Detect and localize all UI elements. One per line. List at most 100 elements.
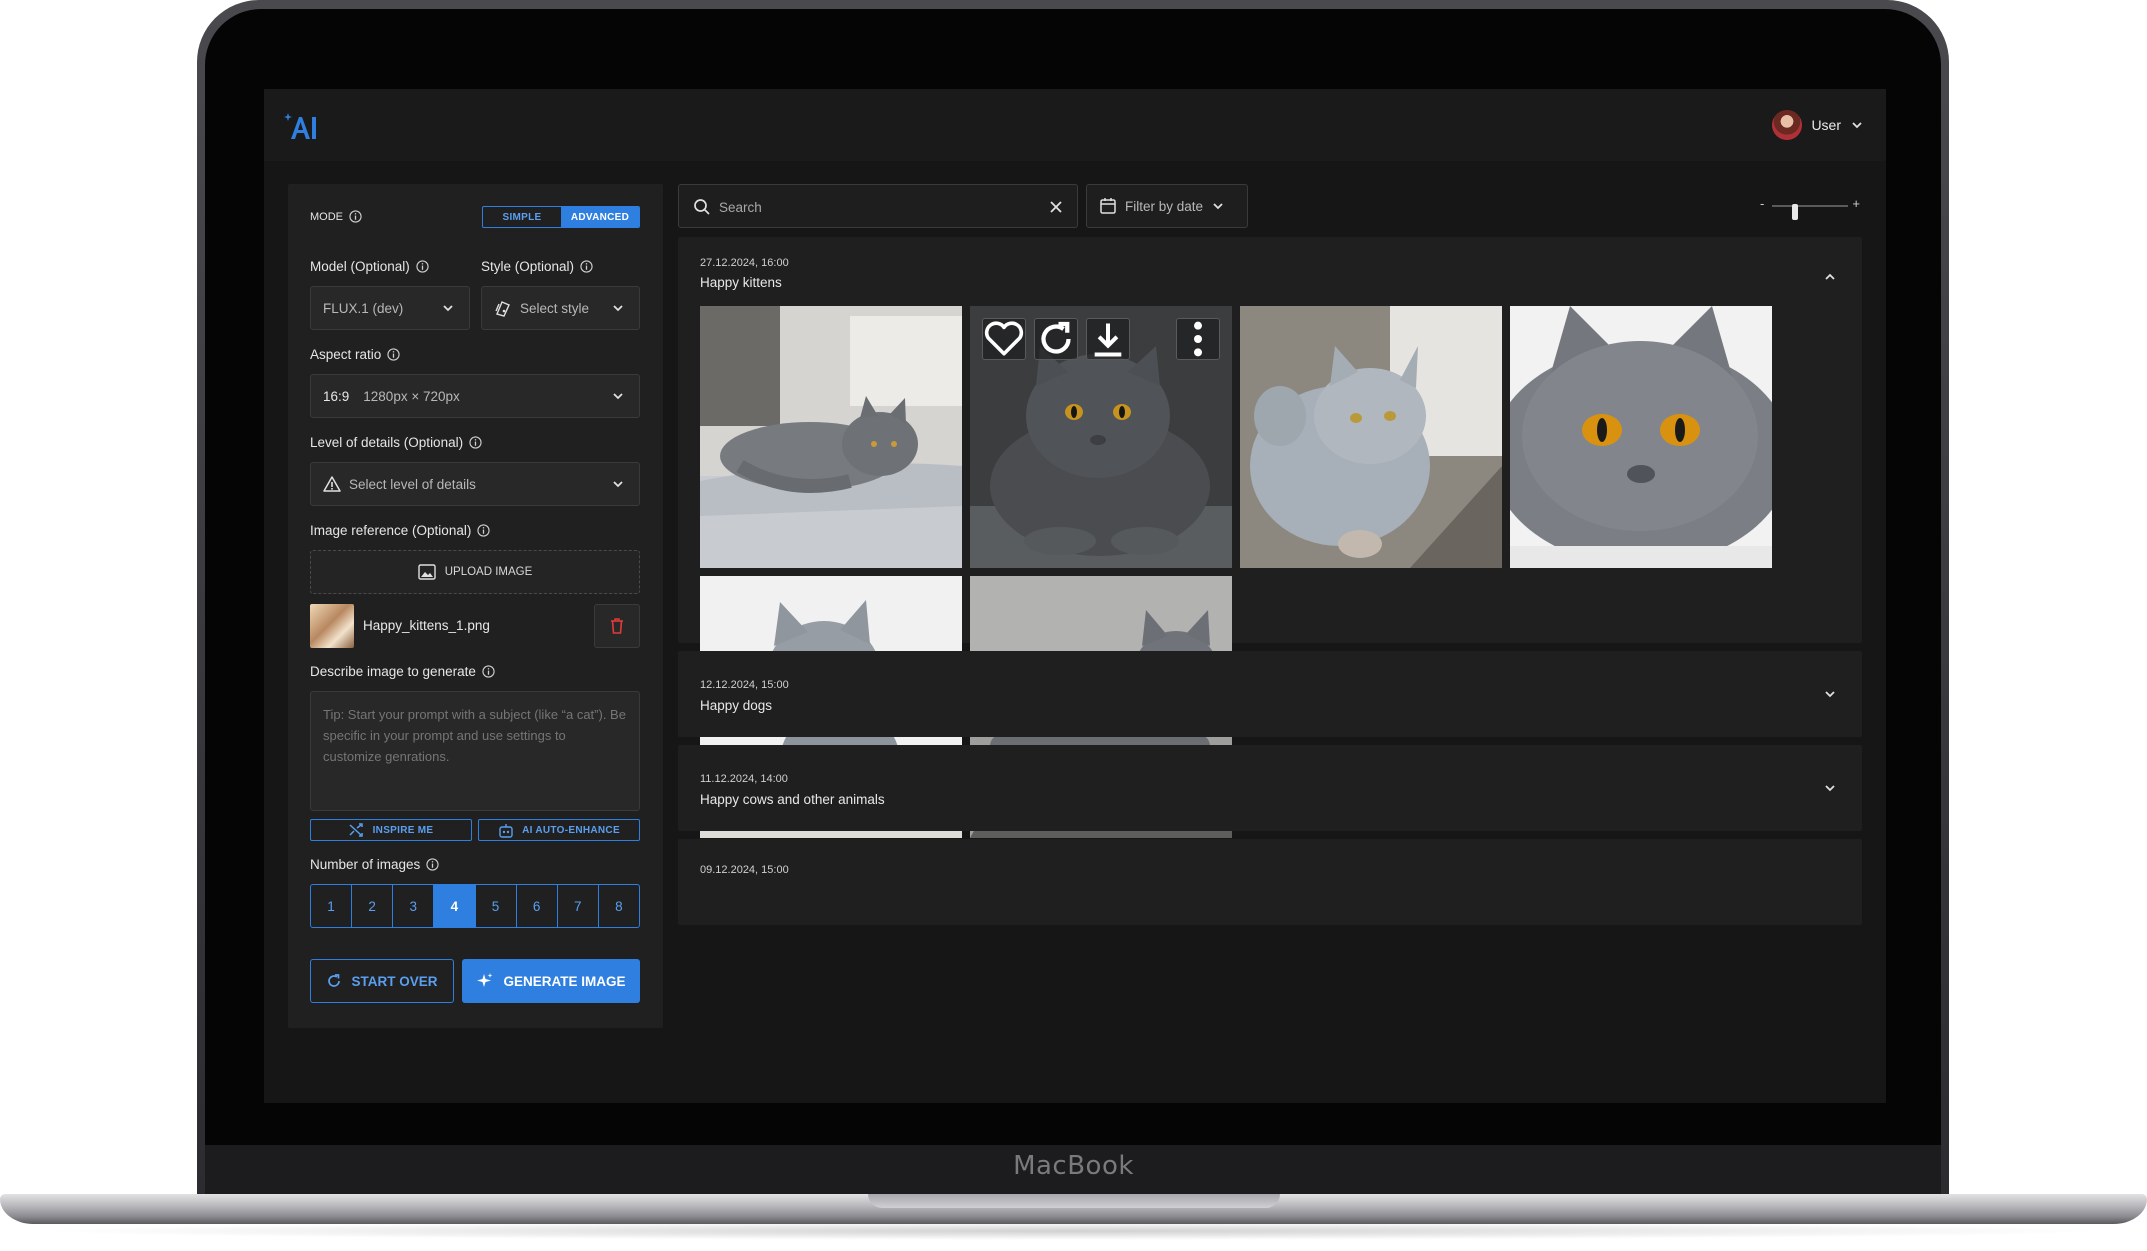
ai-auto-enhance-button[interactable]: AI AUTO-ENHANCE [478,819,640,841]
chevron-down-icon [1852,122,1862,129]
generate-label: GENERATE IMAGE [503,973,626,989]
generated-image-hovered[interactable] [970,306,1232,568]
chevron-down-icon [613,393,623,400]
regenerate-button[interactable] [1034,318,1078,360]
details-select[interactable]: Select level of details [310,462,640,506]
info-icon[interactable] [416,260,429,273]
generation-group[interactable]: 12.12.2024, 15:00 Happy dogs [678,651,1862,737]
chevron-up-icon[interactable] [1822,269,1838,285]
mode-label: MODE [310,210,362,223]
count-option[interactable]: 8 [599,885,639,927]
details-label-text: Level of details (Optional) [310,435,464,450]
laptop-shadow [30,1222,2117,1240]
uploaded-thumbnail [310,604,354,648]
generated-image[interactable] [700,306,962,568]
inspire-me-button[interactable]: INSPIRE ME [310,819,472,841]
start-over-button[interactable]: START OVER [310,959,454,1003]
robot-icon [499,823,513,838]
close-icon[interactable] [1047,198,1065,216]
top-bar: User [264,89,1886,161]
chevron-down-icon[interactable] [1822,780,1838,796]
count-option-selected[interactable]: 4 [434,885,476,927]
count-label: Number of images [310,857,439,872]
search-box [678,184,1078,228]
favorite-button[interactable] [982,318,1026,360]
chevron-down-icon [613,481,623,488]
heart-icon [984,321,1024,356]
aspect-label-text: Aspect ratio [310,347,382,362]
delete-file-button[interactable] [594,604,640,648]
enhance-label: AI AUTO-ENHANCE [522,824,620,836]
cat-image [1510,306,1772,568]
filter-label: Filter by date [1125,198,1204,214]
generate-image-button[interactable]: GENERATE IMAGE [462,959,640,1003]
upload-image-button[interactable]: UPLOAD IMAGE [310,550,640,594]
aspect-ratio-select[interactable]: 16:9 1280px × 720px [310,374,640,418]
describe-label-text: Describe image to generate [310,664,476,679]
chevron-down-icon [613,305,623,312]
refresh-icon [1041,321,1071,354]
style-placeholder: Select style [520,300,590,316]
zoom-track[interactable] [1772,204,1848,220]
count-option[interactable]: 7 [558,885,599,927]
style-select[interactable]: Select style [481,286,640,330]
prompt-textarea[interactable] [310,691,640,811]
info-icon[interactable] [482,665,495,678]
generated-image[interactable] [1510,306,1772,568]
info-icon[interactable] [469,436,482,449]
laptop-notch [868,1194,1280,1208]
inspire-label: INSPIRE ME [372,824,434,836]
group-date: 09.12.2024, 15:00 [700,864,789,876]
more-vertical-icon [1194,321,1202,357]
more-options-button[interactable] [1176,318,1220,360]
app-screen: User MODE SIMPLE ADVANCED Model (Optiona… [264,89,1886,1103]
info-icon[interactable] [349,210,362,223]
chevron-down-icon[interactable] [1822,686,1838,702]
group-date: 27.12.2024, 16:00 [700,257,789,269]
uploaded-filename: Happy_kittens_1.png [363,618,490,633]
generation-group: 27.12.2024, 16:00 Happy kittens [678,237,1862,838]
zoom-handle[interactable] [1791,204,1798,220]
zoom-slider[interactable]: - + [1760,196,1860,220]
mode-simple-option[interactable]: SIMPLE [483,207,561,227]
count-option[interactable]: 1 [311,885,353,927]
generation-group[interactable]: 09.12.2024, 15:00 [678,839,1862,925]
count-option[interactable]: 6 [517,885,558,927]
count-option[interactable]: 2 [352,885,394,927]
generation-group[interactable]: 11.12.2024, 14:00 Happy cows and other a… [678,745,1862,831]
mode-advanced-option[interactable]: ADVANCED [561,207,639,227]
user-menu[interactable]: User [1772,110,1864,140]
zoom-minus[interactable]: - [1760,196,1764,211]
generated-image[interactable] [1240,306,1502,568]
style-label: Style (Optional) [481,259,593,274]
palette-icon [495,301,510,317]
count-option[interactable]: 5 [476,885,517,927]
aspect-ratio-value: 16:9 [323,388,350,404]
search-input[interactable] [719,195,1029,219]
app-logo[interactable] [284,111,318,141]
group-title: Happy cows and other animals [700,792,885,807]
avatar [1772,110,1803,140]
info-icon[interactable] [387,348,400,361]
model-label-text: Model (Optional) [310,259,410,274]
count-option[interactable]: 3 [393,885,435,927]
info-icon[interactable] [580,260,593,273]
cat-image [1240,306,1502,568]
refresh-icon [328,974,341,987]
info-icon[interactable] [477,524,490,537]
aspect-size-value: 1280px × 720px [363,388,460,404]
model-select[interactable]: FLUX.1 (dev) [310,286,470,330]
device-brand: MacBook [1013,1151,1134,1181]
start-over-label: START OVER [351,973,438,989]
zoom-plus[interactable]: + [1852,196,1860,211]
group-date: 11.12.2024, 14:00 [700,773,788,785]
details-placeholder: Select level of details [349,476,476,492]
group-title: Happy dogs [700,698,773,713]
chevron-down-icon [1213,203,1223,210]
filter-by-date-button[interactable]: Filter by date [1086,184,1248,228]
aspect-label: Aspect ratio [310,347,400,362]
mode-toggle[interactable]: SIMPLE ADVANCED [482,206,640,228]
info-icon[interactable] [426,858,439,871]
group-date: 12.12.2024, 15:00 [700,679,789,691]
download-button[interactable] [1086,318,1130,360]
